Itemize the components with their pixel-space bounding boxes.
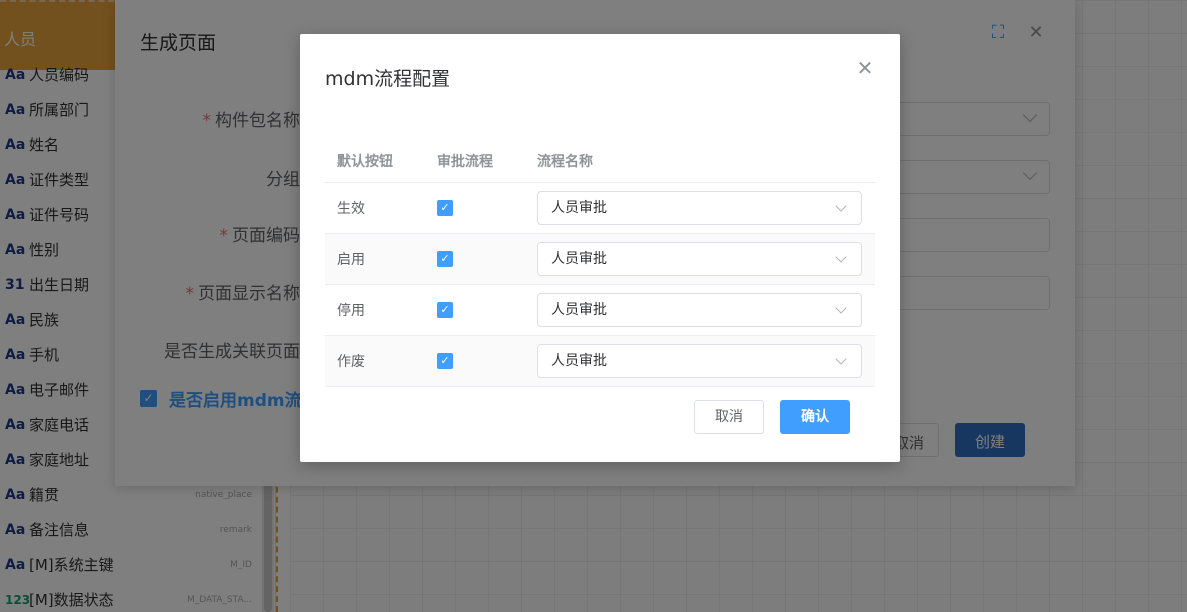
column-approval: 审批流程 (437, 154, 493, 170)
table-header: 默认按钮 审批流程 流程名称 (325, 140, 875, 183)
chevron-down-icon (835, 302, 847, 314)
approval-checkbox[interactable]: ✓ (437, 251, 453, 267)
modal-title: mdm流程配置 (325, 68, 451, 90)
table-row: 生效 ✓ 人员审批 (325, 183, 875, 234)
mdm-process-config-modal: mdm流程配置 ✕ 默认按钮 审批流程 流程名称 生效 ✓ 人员审批 启用 ✓ 人员审批停… (300, 34, 900, 462)
approval-checkbox[interactable]: ✓ (437, 200, 453, 216)
approval-checkbox[interactable]: ✓ (437, 353, 453, 369)
column-process-name: 流程名称 (537, 154, 593, 170)
table-row: 启用 ✓ 人员审批 (325, 234, 875, 285)
close-icon[interactable]: ✕ (856, 58, 874, 78)
chevron-down-icon (835, 200, 847, 212)
cancel-button[interactable]: 取消 (694, 400, 764, 434)
process-select[interactable]: 人员审批 (537, 191, 862, 225)
process-select-value: 人员审批 (551, 251, 607, 267)
process-select[interactable]: 人员审批 (537, 344, 862, 378)
chevron-down-icon (835, 251, 847, 263)
button-name: 生效 (337, 201, 365, 217)
table-row: 停用 ✓ 人员审批 (325, 285, 875, 336)
process-select-value: 人员审批 (551, 353, 607, 369)
column-default-button: 默认按钮 (337, 154, 393, 170)
table-row: 作废 ✓ 人员审批 (325, 336, 875, 387)
process-select-value: 人员审批 (551, 200, 607, 216)
button-name: 作废 (337, 354, 365, 370)
process-select[interactable]: 人员审批 (537, 242, 862, 276)
button-name: 停用 (337, 303, 365, 319)
button-name: 启用 (337, 252, 365, 268)
process-table: 默认按钮 审批流程 流程名称 生效 ✓ 人员审批 启用 ✓ 人员审批 停用 ✓ 人员审批 作废 ✓ 人… (325, 140, 875, 387)
confirm-button[interactable]: 确认 (780, 400, 850, 434)
approval-checkbox[interactable]: ✓ (437, 302, 453, 318)
process-select-value: 人员审批 (551, 302, 607, 318)
process-select[interactable]: 人员审批 (537, 293, 862, 327)
chevron-down-icon (835, 353, 847, 365)
